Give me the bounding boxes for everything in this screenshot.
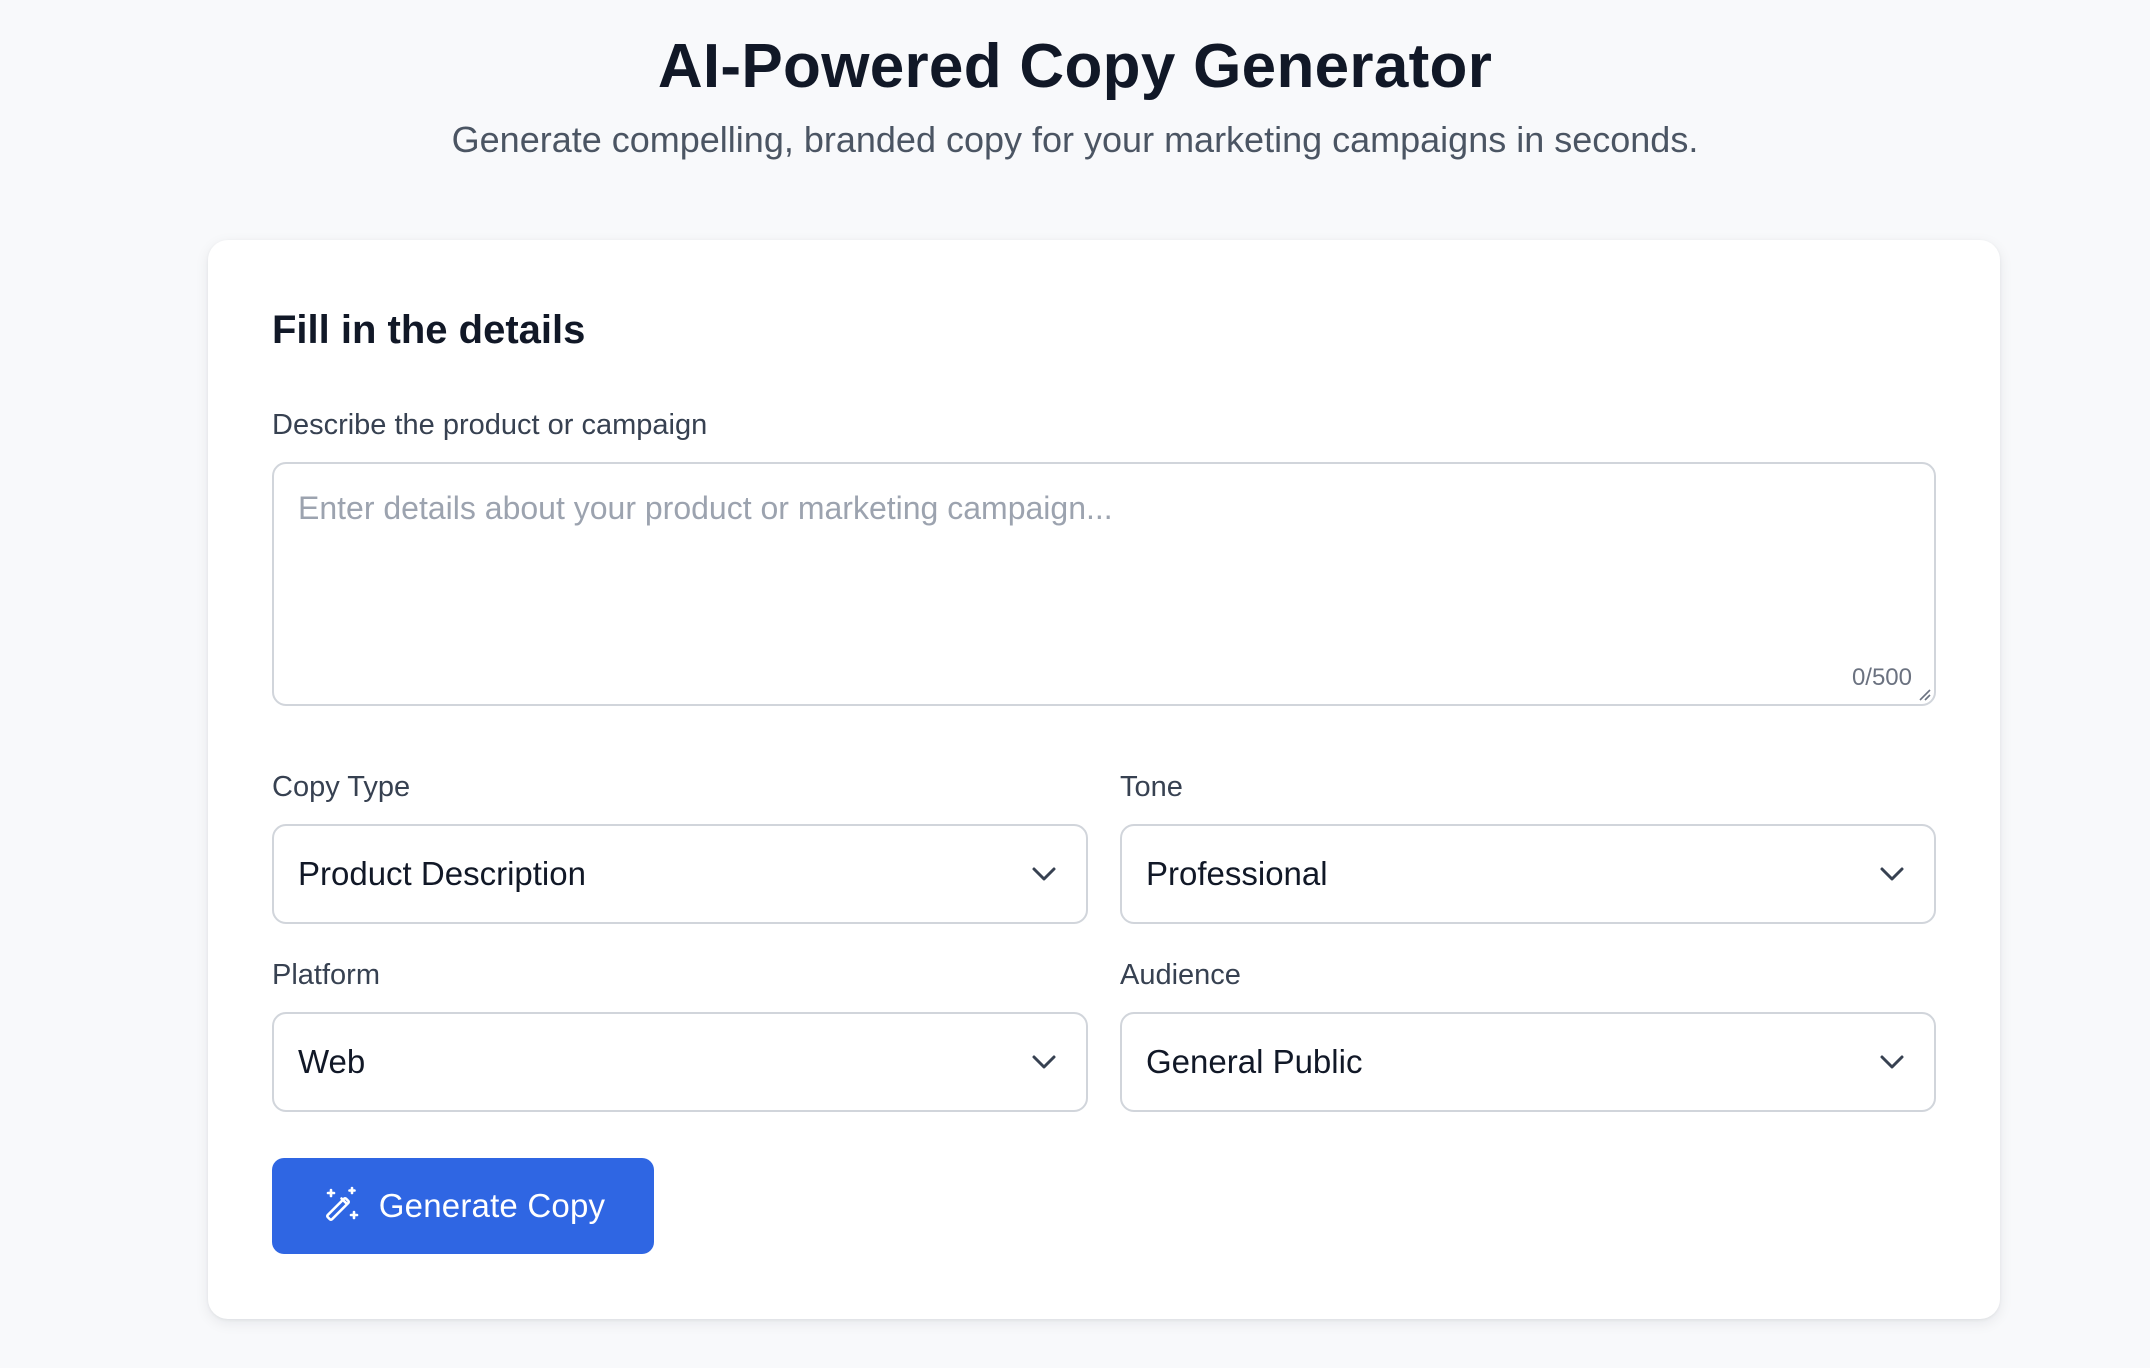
description-field-wrapper: 0/500 <box>272 462 1936 706</box>
page-title: AI-Powered Copy Generator <box>657 32 1493 101</box>
chevron-down-icon <box>1878 1048 1906 1076</box>
description-textarea[interactable] <box>274 464 1934 704</box>
copy-type-label: Copy Type <box>272 771 411 803</box>
copy-type-select[interactable]: Product Description <box>272 824 1088 924</box>
generate-copy-label: Generate Copy <box>378 1187 606 1224</box>
chevron-down-icon <box>1030 860 1058 888</box>
form-title: Fill in the details <box>272 308 586 352</box>
platform-select[interactable]: Web <box>272 1012 1088 1112</box>
generate-copy-button[interactable]: Generate Copy <box>272 1158 654 1254</box>
tone-label: Tone <box>1120 771 1183 803</box>
tone-select[interactable]: Professional <box>1120 824 1936 924</box>
char-counter: 0/500 <box>1851 664 1912 691</box>
form-card: Fill in the details Describe the product… <box>208 240 2000 1319</box>
audience-value: General Public <box>1146 1043 1363 1080</box>
copy-type-value: Product Description <box>298 855 586 892</box>
platform-value: Web <box>298 1043 366 1080</box>
chevron-down-icon <box>1030 1048 1058 1076</box>
resize-handle-icon[interactable] <box>1917 687 1931 701</box>
page-header: AI-Powered Copy Generator Generate compe… <box>0 0 2150 162</box>
audience-select[interactable]: General Public <box>1120 1012 1936 1112</box>
audience-label: Audience <box>1120 959 1241 991</box>
chevron-down-icon <box>1878 860 1906 888</box>
description-label: Describe the product or campaign <box>272 409 708 441</box>
tone-value: Professional <box>1146 855 1328 892</box>
magic-wand-icon <box>321 1186 361 1226</box>
platform-label: Platform <box>272 959 380 991</box>
page-subtitle: Generate compelling, branded copy for yo… <box>451 119 1699 160</box>
